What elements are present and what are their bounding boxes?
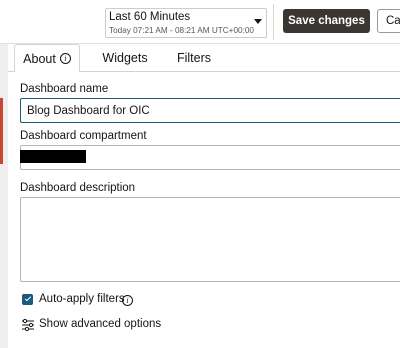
time-range-select[interactable]: Last 60 Minutes Today 07:21 AM - 08:21 A… <box>105 8 267 38</box>
tab-about[interactable]: About i <box>14 44 80 73</box>
dashboard-name-label: Dashboard name <box>20 83 109 95</box>
left-gutter <box>0 0 8 348</box>
save-changes-button[interactable]: Save changes <box>283 9 370 33</box>
time-range-label: Last 60 Minutes <box>109 11 191 23</box>
tab-filters[interactable]: Filters <box>166 44 222 72</box>
toolbar-divider <box>273 4 274 40</box>
auto-apply-filters-checkbox[interactable] <box>22 294 33 305</box>
dashboard-compartment-label: Dashboard compartment <box>20 130 147 142</box>
tab-filters-label: Filters <box>176 51 212 65</box>
left-accent-bar <box>0 98 3 164</box>
sliders-icon[interactable] <box>21 318 35 332</box>
info-icon[interactable]: i <box>59 53 71 64</box>
redacted-compartment-value <box>20 150 86 163</box>
auto-apply-filters-label: Auto-apply filters <box>39 293 125 305</box>
dashboard-description-field[interactable] <box>20 197 400 282</box>
cancel-button[interactable]: Ca <box>377 9 400 33</box>
toolbar: Last 60 Minutes Today 07:21 AM - 08:21 A… <box>0 0 400 44</box>
tab-bar: About i Widgets Filters <box>8 44 400 73</box>
info-icon[interactable]: i <box>122 295 133 306</box>
tab-widgets-label: Widgets <box>102 51 148 65</box>
dashboard-description-label: Dashboard description <box>20 182 136 194</box>
show-advanced-options-link[interactable]: Show advanced options <box>39 318 161 330</box>
tab-about-label: About <box>23 51 56 66</box>
about-panel: Dashboard name Dashboard compartment Das… <box>8 72 400 348</box>
checkmark-icon <box>24 294 31 302</box>
time-range-detail: Today 07:21 AM - 08:21 AM UTC+00:00 <box>109 26 254 35</box>
dashboard-name-field[interactable] <box>20 98 400 123</box>
chevron-down-icon <box>254 19 262 24</box>
tab-widgets[interactable]: Widgets <box>90 44 160 72</box>
